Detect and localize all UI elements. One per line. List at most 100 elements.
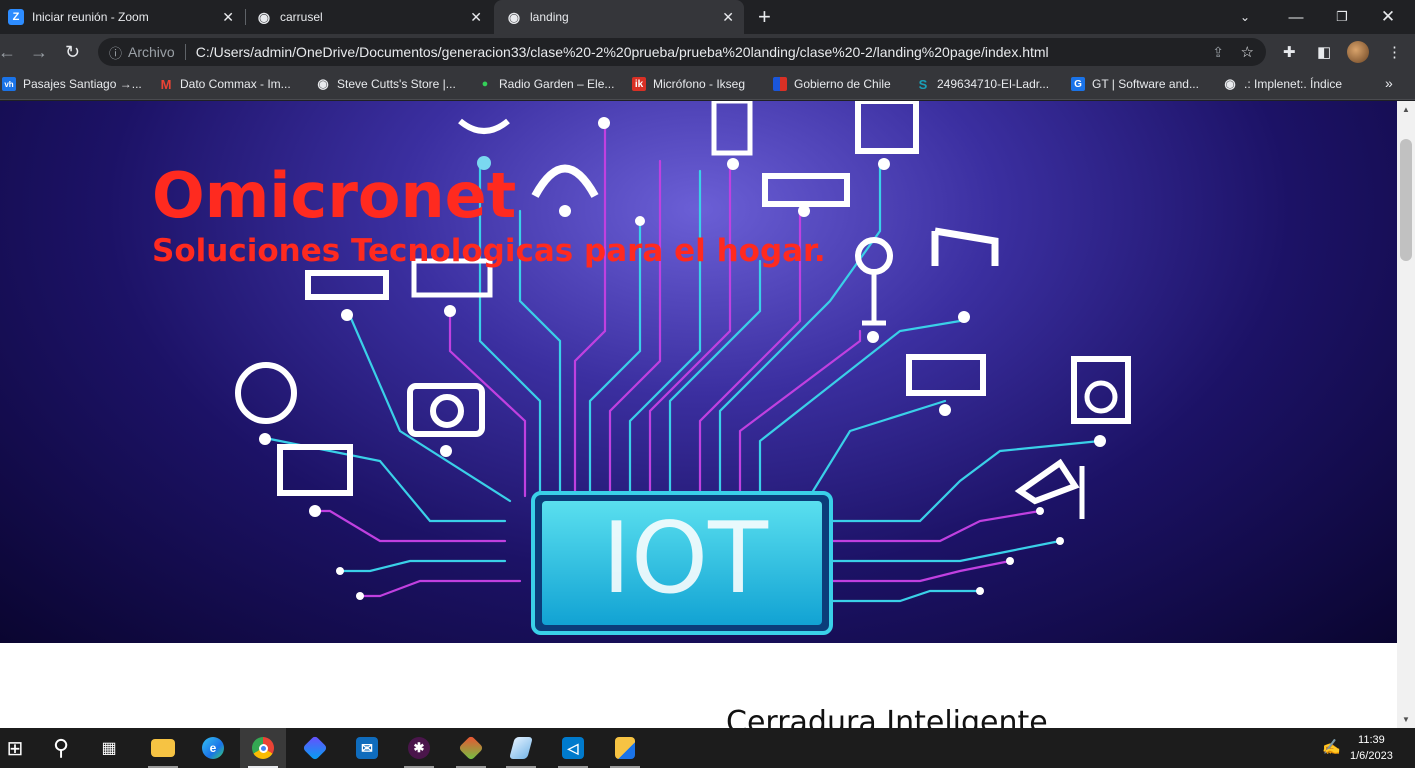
chrome-icon[interactable] — [240, 728, 286, 768]
scroll-down-icon[interactable]: ▼ — [1402, 715, 1410, 724]
close-icon[interactable]: ✕ — [470, 9, 482, 26]
bookmark-item[interactable]: Gobierno de Chile — [773, 77, 891, 91]
hex-app-logo — [302, 735, 328, 761]
file-explorer-icon[interactable] — [140, 728, 186, 768]
windows-taskbar: ⊞ ⚲ ▦ e ✉ ✱ ◁ ✍ 11:39 1/6/2023 — [0, 728, 1415, 768]
reload-icon[interactable]: ↻ — [65, 42, 80, 63]
router-icon — [235, 362, 297, 424]
restore-button[interactable]: ❐ — [1319, 0, 1365, 34]
printer-icon — [762, 173, 850, 207]
notes-logo — [509, 737, 533, 759]
app-icon[interactable] — [292, 728, 338, 768]
bookmark-item[interactable]: ◉ .: Implenet:. Índice — [1223, 76, 1343, 91]
search-icon[interactable]: ⚲ — [38, 728, 84, 768]
zoom-icon: Z — [8, 9, 24, 25]
globe-icon: ◉ — [507, 8, 521, 25]
bookmark-label: .: Implenet:. Índice — [1244, 77, 1343, 91]
folder-icon — [151, 739, 175, 757]
gt-icon: G — [1071, 77, 1085, 91]
share-icon[interactable]: ⇪ — [1212, 44, 1224, 61]
globe-icon: ◉ — [1224, 76, 1236, 91]
page-scrollbar[interactable]: ▲ ▼ — [1397, 101, 1415, 728]
pen-icon[interactable]: ✍ — [1322, 738, 1341, 756]
minimize-button[interactable]: — — [1273, 0, 1319, 34]
ikseg-icon: ik — [632, 77, 646, 91]
hero-banner: IOT Omicronet Soluciones Tecnologicas pa… — [0, 101, 1397, 643]
edge-icon[interactable]: e — [190, 728, 236, 768]
notes-icon[interactable] — [498, 728, 544, 768]
iot-chip-label: IOT — [602, 502, 768, 616]
tab-title: landing — [530, 10, 569, 24]
git-logo — [458, 735, 484, 761]
bookmark-label: 249634710-El-Ladr... — [937, 77, 1050, 91]
section-title: Cerradura Inteligente — [726, 705, 1048, 728]
back-icon[interactable]: ← — [0, 42, 16, 63]
close-icon[interactable]: ✕ — [222, 9, 234, 26]
bookmark-item[interactable]: ● Radio Garden – Ele... — [478, 77, 615, 91]
building-icon — [855, 101, 919, 154]
info-icon[interactable]: ⓘ — [109, 43, 122, 62]
stereo-icon — [906, 354, 986, 396]
bookmark-item[interactable]: M Dato Commax - Im... — [159, 76, 291, 92]
extensions-icon[interactable]: ✚ — [1283, 43, 1296, 61]
address-divider — [184, 44, 186, 60]
globe-icon: ◉ — [317, 76, 329, 91]
tab-carrusel[interactable]: ◉ carrusel ✕ — [248, 0, 492, 34]
scheme-label: Archivo — [128, 44, 175, 60]
mail-icon[interactable]: ✉ — [344, 728, 390, 768]
clock-time: 11:39 — [1358, 734, 1385, 746]
security-camera-icon — [1014, 458, 1080, 505]
tab-landing[interactable]: ◉ landing ✕ — [494, 0, 744, 34]
brand-title: Omicronet — [152, 159, 517, 232]
tab-divider — [245, 9, 246, 25]
lightbulb-icon — [458, 118, 510, 134]
slack-icon[interactable]: ✱ — [396, 728, 442, 768]
tab-title: Iniciar reunión - Zoom — [32, 10, 149, 24]
folder-icon[interactable] — [602, 728, 648, 768]
bookmark-item[interactable]: ◉ Steve Cutts's Store |... — [316, 76, 455, 91]
tab-strip: Z Iniciar reunión - Zoom ✕ ◉ carrusel ✕ … — [0, 0, 1415, 34]
bookmarks-overflow-button[interactable]: » — [1385, 75, 1393, 91]
task-view-icon[interactable]: ▦ — [86, 728, 132, 768]
browser-toolbar: ← → ↻ ⓘ Archivo C:/Users/admin/OneDrive/… — [0, 34, 1415, 70]
url-text[interactable]: C:/Users/admin/OneDrive/Documentos/gener… — [196, 44, 1049, 60]
profile-avatar[interactable] — [1347, 41, 1369, 63]
system-clock[interactable]: 11:39 1/6/2023 — [1350, 732, 1393, 764]
menu-icon[interactable]: ⋮ — [1387, 43, 1402, 61]
gmail-icon: M — [160, 76, 172, 92]
tab-zoom[interactable]: Z Iniciar reunión - Zoom ✕ — [0, 0, 244, 34]
bookmark-star-icon[interactable]: ☆ — [1241, 43, 1254, 61]
close-icon[interactable]: ✕ — [722, 9, 734, 26]
brand-tagline: Soluciones Tecnologicas para el hogar. — [152, 233, 826, 269]
bookmark-item[interactable]: S 249634710-El-Ladr... — [916, 77, 1050, 92]
tab-search-icon[interactable]: ⌄ — [1222, 0, 1268, 34]
forward-icon[interactable]: → — [30, 42, 48, 63]
bookmark-item[interactable]: ik Micrófono - Ikseg — [632, 77, 745, 91]
chrome-logo — [252, 737, 274, 759]
air-conditioner-icon — [305, 270, 389, 300]
bookmark-item[interactable]: vh Pasajes Santiago →... — [2, 77, 142, 91]
bookmarks-bar: vh Pasajes Santiago →... M Dato Commax -… — [0, 70, 1415, 100]
new-tab-button[interactable]: + — [758, 4, 771, 30]
start-button[interactable]: ⊞ — [0, 728, 38, 768]
edge-logo: e — [202, 737, 224, 759]
address-bar[interactable]: ⓘ Archivo C:/Users/admin/OneDrive/Docume… — [98, 38, 1266, 66]
page-viewport: IOT Omicronet Soluciones Tecnologicas pa… — [0, 101, 1397, 728]
bookmark-label: Pasajes Santiago →... — [23, 77, 142, 91]
vscode-icon[interactable]: ◁ — [550, 728, 596, 768]
bookmark-item[interactable]: G GT | Software and... — [1071, 77, 1199, 91]
files-logo — [615, 737, 635, 759]
globe-icon: ◉ — [257, 8, 271, 25]
bookmark-label: Micrófono - Ikseg — [653, 77, 746, 91]
fridge-icon — [711, 101, 753, 156]
scroll-up-icon[interactable]: ▲ — [1402, 105, 1410, 114]
close-window-button[interactable]: ✕ — [1365, 0, 1411, 34]
mail-logo: ✉ — [356, 737, 378, 759]
scrollbar-thumb[interactable] — [1400, 139, 1412, 261]
vh-icon: vh — [2, 77, 16, 91]
gobierno-icon — [773, 77, 787, 91]
side-panel-icon[interactable]: ◧ — [1317, 43, 1331, 61]
headphones-icon — [531, 164, 599, 198]
git-icon[interactable] — [448, 728, 494, 768]
bookmark-label: Gobierno de Chile — [794, 77, 891, 91]
